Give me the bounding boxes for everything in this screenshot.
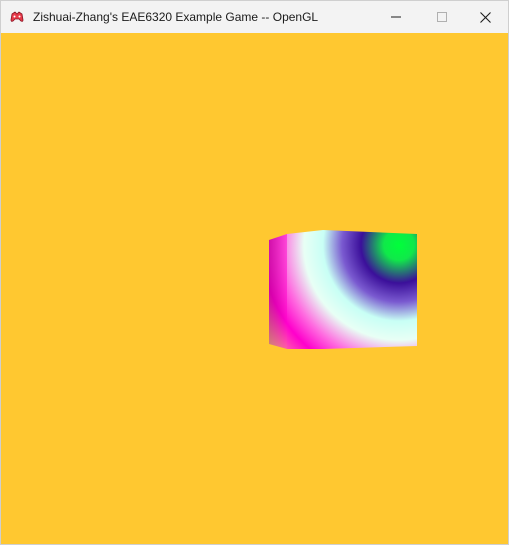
- game-controller-icon: [10, 11, 24, 22]
- game-viewport[interactable]: [1, 33, 508, 544]
- maximize-button[interactable]: [419, 1, 465, 33]
- minimize-icon: [391, 16, 401, 18]
- title-bar[interactable]: Zishuai-Zhang's EAE6320 Example Game -- …: [1, 1, 508, 33]
- cube-front-face: [287, 230, 417, 349]
- close-icon: [479, 11, 491, 23]
- app-window: Zishuai-Zhang's EAE6320 Example Game -- …: [0, 0, 509, 545]
- minimize-button[interactable]: [373, 1, 419, 33]
- window-title: Zishuai-Zhang's EAE6320 Example Game -- …: [33, 10, 319, 24]
- maximize-icon: [437, 12, 447, 22]
- cube-side-shade: [269, 234, 287, 349]
- cube: [269, 230, 417, 349]
- close-button[interactable]: [462, 1, 508, 33]
